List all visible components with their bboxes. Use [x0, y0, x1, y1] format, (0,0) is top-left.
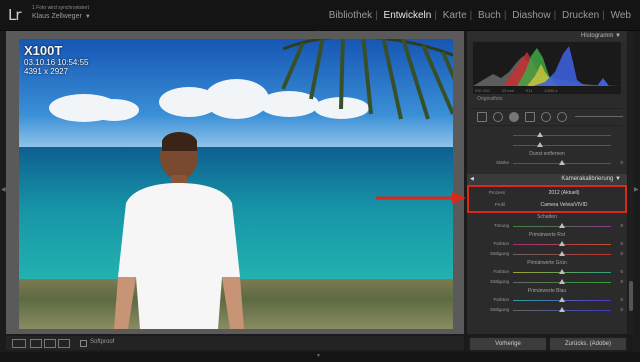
calibration-header[interactable]: ◀ Kamerakalibrierung ▼	[467, 174, 627, 185]
blue-saturation-slider[interactable]: Sättigung 0	[467, 305, 627, 315]
blue-hue-slider[interactable]: Farbton 0	[467, 295, 627, 305]
left-panel-toggle-icon[interactable]: ◀	[1, 186, 6, 193]
before-after-icon[interactable]	[30, 339, 42, 348]
profile-select[interactable]: Profil Camera Velvia/VIVID	[469, 199, 625, 211]
tool-strip	[471, 108, 623, 126]
green-hue-slider[interactable]: Farbton 0	[467, 267, 627, 277]
person-figure	[114, 132, 244, 329]
previous-settings-button[interactable]: Vorherige	[469, 337, 547, 351]
histogram-header[interactable]: Histogramm ▼	[467, 31, 627, 41]
survey-view-icon[interactable]	[58, 339, 70, 348]
graduated-filter-icon[interactable]	[525, 112, 535, 122]
module-bibliothek[interactable]: Bibliothek	[326, 10, 375, 21]
process-select[interactable]: Prozess 2012 (Aktuell)	[469, 187, 625, 199]
histogram: ISO 200 23 mm f/11 1/500 s	[473, 42, 621, 94]
module-web[interactable]: Web	[608, 10, 634, 21]
module-entwickeln[interactable]: Entwickeln	[381, 10, 435, 21]
scrollbar-thumb[interactable]	[629, 281, 633, 311]
identity-plate[interactable]: Klaus Zellweger ▼	[32, 13, 91, 20]
softproof-label: Softproof	[90, 339, 115, 345]
red-hue-slider[interactable]: Farbton 0	[467, 239, 627, 249]
module-diashow[interactable]: Diashow	[509, 10, 553, 21]
compare-view-icon[interactable]	[44, 339, 56, 348]
capture-datetime: 03.10.16 10:54:55	[24, 58, 89, 67]
calibration-highlight: Prozess 2012 (Aktuell) Profil Camera Vel…	[467, 185, 627, 213]
reset-button[interactable]: Zurücks. (Adobe)	[549, 337, 627, 351]
module-buch[interactable]: Buch	[475, 10, 504, 21]
image-dimensions: 4391 x 2927	[24, 67, 69, 76]
collapse-toggle-icon: ◀	[470, 176, 474, 182]
dehaze-slider[interactable]: Stärke 0	[467, 158, 627, 168]
photo-preview[interactable]: X100T 03.10.16 10:54:55 4391 x 2927	[19, 39, 453, 329]
chevron-down-icon: ▼	[84, 14, 91, 20]
adjustment-brush-icon[interactable]	[557, 112, 567, 122]
spot-removal-icon[interactable]	[493, 112, 503, 122]
filmstrip-bar: ▼	[0, 352, 640, 362]
original-photo-toggle[interactable]: Originalfoto	[467, 95, 627, 104]
filmstrip-toggle-icon[interactable]: ▼	[316, 353, 321, 359]
profile-value: Camera Velvia/VIVID	[540, 202, 588, 208]
red-eye-icon[interactable]	[509, 112, 519, 122]
bottom-toolbar: Softproof	[6, 336, 464, 350]
panel-scrollbar[interactable]	[628, 31, 634, 334]
loupe-view-icon[interactable]	[12, 339, 26, 348]
module-karte[interactable]: Karte	[440, 10, 470, 21]
photo-info-overlay: X100T 03.10.16 10:54:55 4391 x 2927	[24, 43, 89, 76]
module-picker: Bibliothek | Entwickeln | Karte | Buch | Dia…	[326, 10, 634, 21]
shadows-tint-slider[interactable]: Tönung 0	[467, 221, 627, 231]
top-bar: Lr 1 Foto wird synchronisiert Klaus Zell…	[0, 0, 640, 31]
dehaze-header: Dunst entfernen	[529, 151, 565, 157]
lightroom-logo: Lr	[8, 6, 21, 24]
green-saturation-slider[interactable]: Sättigung 0	[467, 277, 627, 287]
annotation-arrow	[376, 192, 466, 204]
palm-leaf	[281, 39, 453, 120]
radial-filter-icon[interactable]	[541, 112, 551, 122]
shadows-header: Schatten	[537, 214, 557, 220]
module-drucken[interactable]: Drucken	[559, 10, 602, 21]
crop-tool-icon[interactable]	[477, 112, 487, 122]
photo-canvas[interactable]: X100T 03.10.16 10:54:55 4391 x 2927	[6, 31, 464, 334]
exif-readout: ISO 200 23 mm f/11 1/500 s	[475, 88, 558, 93]
green-primary-header: Primärwerte Grün	[527, 260, 567, 266]
red-saturation-slider[interactable]: Sättigung 0	[467, 249, 627, 259]
red-primary-header: Primärwerte Rot	[528, 232, 566, 238]
sync-status[interactable]: 1 Foto wird synchronisiert	[32, 5, 89, 11]
blue-primary-header: Primärwerte Blau	[527, 288, 567, 294]
softproof-checkbox[interactable]	[80, 340, 87, 347]
develop-panel: Histogramm ▼ ISO 200 23 mm f/11 1/500 s Ori…	[467, 31, 627, 334]
right-panel-toggle-icon[interactable]: ▶	[634, 186, 639, 193]
process-value: 2012 (Aktuell)	[548, 190, 580, 196]
camera-model: X100T	[24, 43, 63, 58]
user-name: Klaus Zellweger	[32, 13, 82, 20]
